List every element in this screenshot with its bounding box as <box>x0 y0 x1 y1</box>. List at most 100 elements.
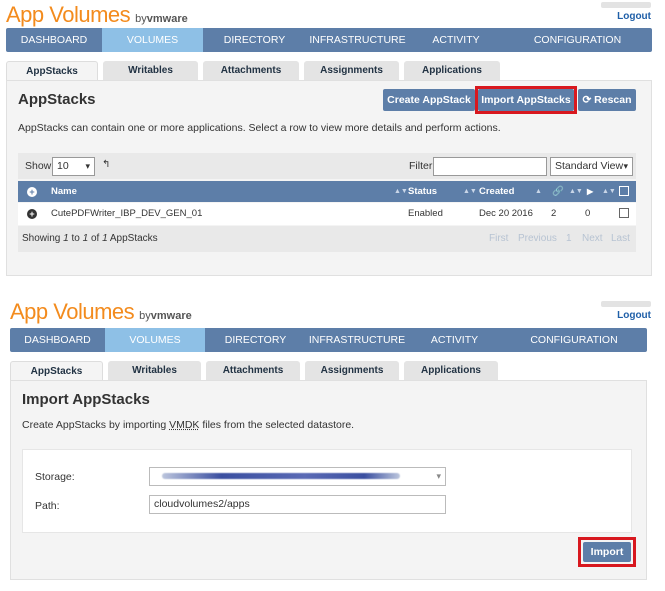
nav-configuration[interactable]: CONFIGURATION <box>503 28 652 52</box>
showing-of-word: of <box>90 233 100 244</box>
nav-infrastructure[interactable]: INFRASTRUCTURE <box>306 328 408 352</box>
sort-icon[interactable]: ▲▼ <box>463 181 477 202</box>
logo-by-text: by <box>135 13 147 25</box>
page-size-select[interactable]: 10 ▾ <box>52 157 95 176</box>
storage-label: Storage: <box>35 471 75 483</box>
table-toolbar: Show 10 ▾ ↰ Filter Standard View ▾ <box>18 153 636 179</box>
chevron-down-icon: ▾ <box>85 161 90 171</box>
vmdk-term: VMDK <box>169 419 200 431</box>
nav-volumes[interactable]: VOLUMES <box>105 328 205 352</box>
app-volumes-logo: App Volumes by vmware <box>6 2 188 28</box>
import-form: Storage: ▾ Path: cloudvolumes2/apps <box>22 449 632 533</box>
storage-select[interactable]: ▾ <box>149 467 446 486</box>
page-description: Create AppStacks by importing VMDK files… <box>22 419 354 431</box>
path-label: Path: <box>35 500 60 512</box>
tab-attachments[interactable]: Attachments <box>206 361 300 381</box>
pager-first[interactable]: First <box>489 226 508 252</box>
tab-writables[interactable]: Writables <box>108 361 201 381</box>
volume-tabs: AppStacks Writables Attachments Assignme… <box>10 361 503 381</box>
import-appstacks-screen: App Volumes by vmware Logout DASHBOARD V… <box>0 297 665 591</box>
view-select[interactable]: Standard View ▾ <box>550 157 633 176</box>
tab-assignments[interactable]: Assignments <box>305 361 399 381</box>
nav-infrastructure[interactable]: INFRASTRUCTURE <box>306 28 409 52</box>
logout-link[interactable]: Logout <box>617 11 651 22</box>
tab-assignments[interactable]: Assignments <box>304 61 399 81</box>
description-prefix: Create AppStacks by importing <box>22 419 167 431</box>
nav-activity[interactable]: ACTIVITY <box>408 328 501 352</box>
row-count-b: 0 <box>585 208 591 219</box>
undo-icon[interactable]: ↰ <box>102 159 110 170</box>
refresh-icon: ⟳ <box>582 94 595 106</box>
chevron-down-icon: ▾ <box>436 471 441 481</box>
page-title: Import AppStacks <box>22 391 150 408</box>
view-select-value: Standard View <box>555 160 624 172</box>
select-all-checkbox[interactable] <box>619 186 629 196</box>
column-name[interactable]: Name <box>51 181 77 202</box>
show-label: Show <box>25 160 52 172</box>
row-created: Dec 20 2016 <box>479 208 533 219</box>
page-description: AppStacks can contain one or more applic… <box>18 122 501 134</box>
nav-dashboard[interactable]: DASHBOARD <box>10 328 105 352</box>
logo-brand-text: App Volumes <box>10 299 135 324</box>
page-size-value: 10 <box>57 160 69 172</box>
showing-suffix: AppStacks <box>109 233 158 244</box>
expand-all-icon[interactable]: + <box>27 187 37 197</box>
create-appstack-button[interactable]: Create AppStack <box>383 89 475 111</box>
main-nav: DASHBOARD VOLUMES DIRECTORY INFRASTRUCTU… <box>10 328 647 352</box>
nav-directory[interactable]: DIRECTORY <box>203 28 306 52</box>
column-created[interactable]: Created <box>479 181 514 202</box>
pager-previous[interactable]: Previous <box>518 226 557 252</box>
nav-dashboard[interactable]: DASHBOARD <box>6 28 102 52</box>
sort-icon[interactable]: ▲▼ <box>394 181 408 202</box>
tab-applications[interactable]: Applications <box>404 61 500 81</box>
highlight-box <box>475 86 577 114</box>
table-row[interactable]: + CutePDFWriter_IBP_DEV_GEN_01 Enabled D… <box>18 203 636 225</box>
showing-summary: Showing 1 to 1 of 1 AppStacks <box>22 233 158 244</box>
tab-attachments[interactable]: Attachments <box>203 61 299 81</box>
highlight-box <box>578 537 636 567</box>
nav-configuration[interactable]: CONFIGURATION <box>501 328 647 352</box>
row-name: CutePDFWriter_IBP_DEV_GEN_01 <box>51 208 203 219</box>
nav-directory[interactable]: DIRECTORY <box>205 328 306 352</box>
sort-icon[interactable]: ▲▼ <box>602 181 616 202</box>
app-volumes-logo: App Volumes by vmware <box>10 299 192 325</box>
filter-input[interactable] <box>433 157 547 176</box>
tab-applications[interactable]: Applications <box>404 361 498 381</box>
logo-by-text: by <box>139 310 151 322</box>
play-icon: ▶ <box>587 187 594 196</box>
row-checkbox[interactable] <box>619 208 629 218</box>
pager-last[interactable]: Last <box>611 226 630 252</box>
table-header: + Name ▲▼ Status ▲▼ Created ▲ 🔗 ▲▼ ▶ ▲▼ <box>18 181 636 202</box>
tab-writables[interactable]: Writables <box>103 61 198 81</box>
link-icon: 🔗 <box>552 186 564 197</box>
redacted-username <box>601 301 651 307</box>
pager-page[interactable]: 1 <box>566 226 572 252</box>
showing-total: 1 <box>102 233 108 244</box>
logo-vendor-text: vmware <box>150 310 192 322</box>
logo-vendor-text: vmware <box>146 13 188 25</box>
filter-label: Filter <box>409 160 433 172</box>
showing-to: 1 <box>82 233 89 244</box>
logo-brand-text: App Volumes <box>6 2 131 27</box>
sort-asc-icon[interactable]: ▲ <box>535 181 542 202</box>
volume-tabs: AppStacks Writables Attachments Assignme… <box>6 61 505 81</box>
expand-row-icon[interactable]: + <box>27 209 37 219</box>
sort-icon[interactable]: ▲▼ <box>569 181 583 202</box>
showing-from: 1 <box>63 233 69 244</box>
main-nav: DASHBOARD VOLUMES DIRECTORY INFRASTRUCTU… <box>6 28 652 52</box>
nav-volumes[interactable]: VOLUMES <box>102 28 203 52</box>
page-title: AppStacks <box>18 91 96 108</box>
rescan-button[interactable]: ⟳ Rescan <box>578 89 636 111</box>
table-footer: Showing 1 to 1 of 1 AppStacks First Prev… <box>18 226 636 252</box>
column-status[interactable]: Status <box>408 181 437 202</box>
tab-appstacks[interactable]: AppStacks <box>10 361 103 381</box>
row-status: Enabled <box>408 208 443 219</box>
nav-activity[interactable]: ACTIVITY <box>409 28 503 52</box>
pager-next[interactable]: Next <box>582 226 603 252</box>
chevron-down-icon: ▾ <box>623 161 628 171</box>
row-count-a: 2 <box>551 208 557 219</box>
description-suffix: files from the selected datastore. <box>202 419 355 431</box>
logout-link[interactable]: Logout <box>617 310 651 321</box>
tab-appstacks[interactable]: AppStacks <box>6 61 98 81</box>
path-input[interactable]: cloudvolumes2/apps <box>149 495 446 514</box>
